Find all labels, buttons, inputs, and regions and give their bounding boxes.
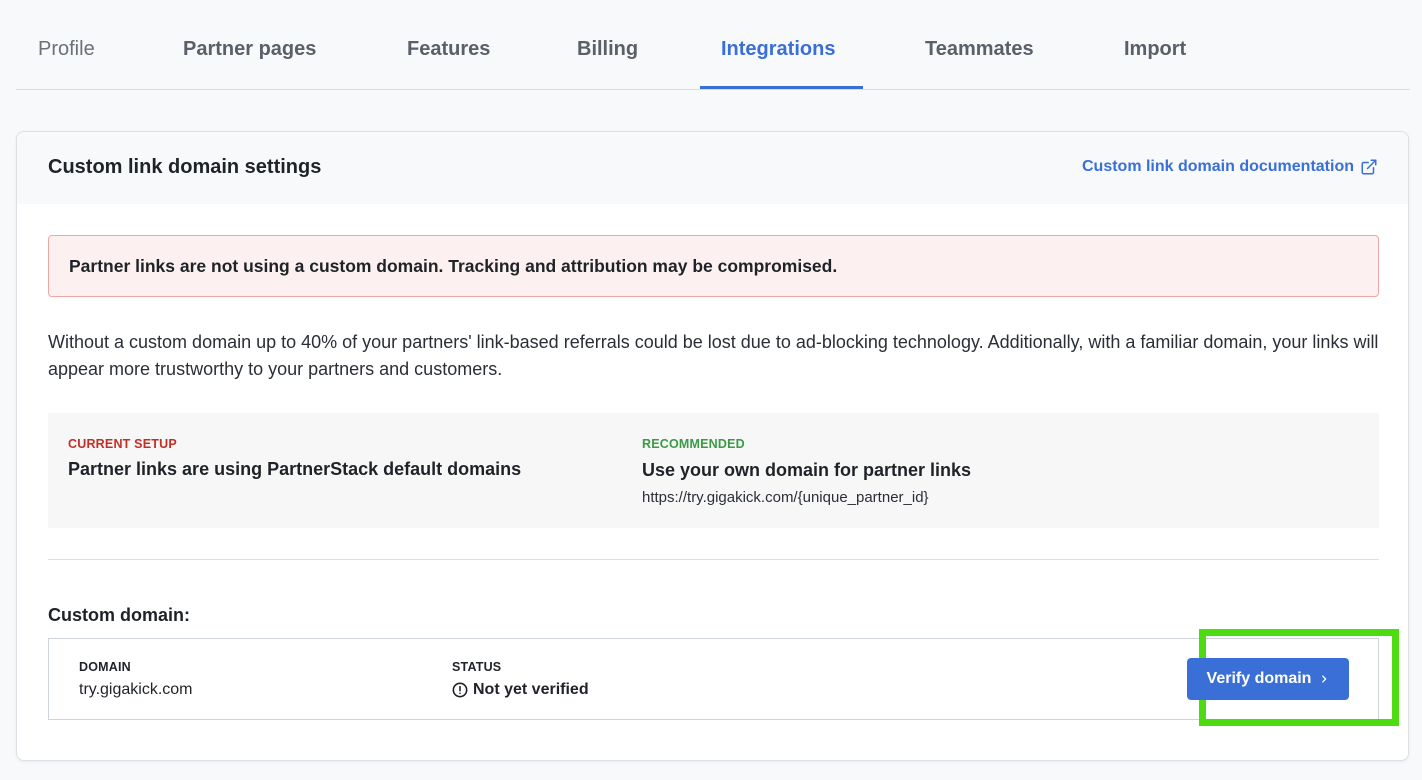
current-setup-label: CURRENT SETUP	[68, 437, 177, 451]
custom-domain-heading: Custom domain:	[48, 605, 190, 625]
recommended-label: RECOMMENDED	[642, 437, 745, 451]
card-title: Custom link domain settings	[48, 156, 322, 178]
verify-domain-label: Verify domain	[1206, 670, 1312, 687]
section-divider	[48, 559, 1379, 560]
tab-profile[interactable]: Profile	[38, 38, 95, 61]
tab-features[interactable]: Features	[407, 38, 490, 61]
custom-domain-row: DOMAIN try.gigakick.com STATUS Not yet v…	[48, 629, 1399, 726]
tab-teammates[interactable]: Teammates	[925, 38, 1034, 61]
card-header: Custom link domain settings Custom link …	[17, 132, 1408, 204]
status-value: Not yet verified	[452, 681, 589, 699]
custom-domain-description: Without a custom domain up to 40% of you…	[48, 332, 1379, 379]
setup-comparison: CURRENT SETUP Partner links are using Pa…	[48, 413, 1379, 528]
exclamation-circle-icon	[452, 682, 468, 698]
domain-value: try.gigakick.com	[79, 681, 193, 698]
warning-alert-text: Partner links are not using a custom dom…	[69, 256, 838, 276]
current-setup-title: Partner links are using PartnerStack def…	[68, 459, 522, 479]
recommended-title: Use your own domain for partner links	[642, 460, 972, 480]
tab-integrations[interactable]: Integrations	[721, 38, 835, 61]
external-link-icon	[1361, 159, 1377, 175]
recommended-example-url: https://try.gigakick.com/{unique_partner…	[642, 489, 929, 506]
verify-domain-button[interactable]: Verify domain	[1187, 658, 1349, 700]
settings-tabs: Profile Partner pages Features Billing I…	[16, 0, 1410, 90]
status-text: Not yet verified	[473, 681, 589, 698]
active-tab-indicator	[700, 86, 863, 89]
status-column-label: STATUS	[452, 660, 502, 674]
warning-alert: Partner links are not using a custom dom…	[48, 235, 1379, 297]
chevron-right-icon	[1322, 675, 1327, 683]
documentation-link[interactable]: Custom link domain documentation	[1082, 158, 1378, 176]
tab-import[interactable]: Import	[1124, 38, 1186, 61]
documentation-link-label: Custom link domain documentation	[1081, 158, 1354, 175]
tab-partner-pages[interactable]: Partner pages	[183, 38, 316, 61]
tab-billing[interactable]: Billing	[577, 38, 638, 61]
domain-column-label: DOMAIN	[79, 660, 131, 674]
custom-link-domain-card: Custom link domain settings Custom link …	[16, 131, 1409, 761]
